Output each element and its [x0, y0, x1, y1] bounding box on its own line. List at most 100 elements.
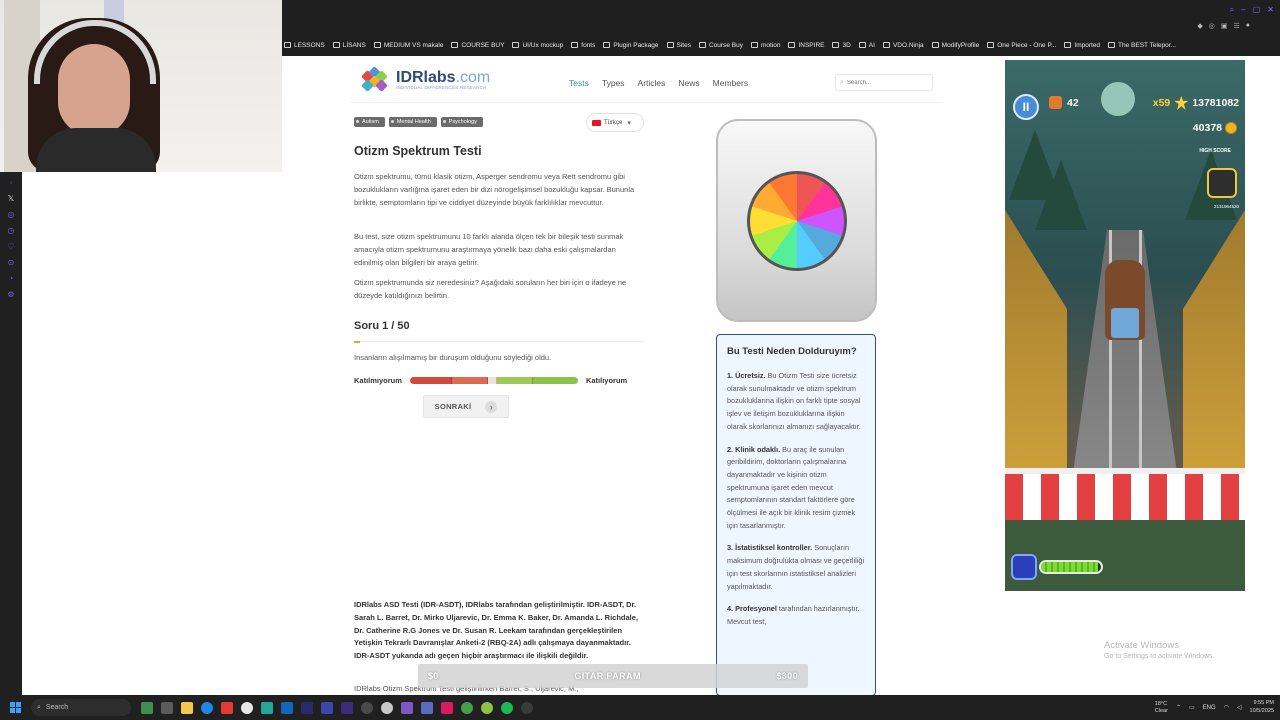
weather-desc: Clear: [1154, 707, 1168, 714]
question-progress-fill: [354, 341, 360, 343]
extension-icon[interactable]: ▣: [1221, 22, 1228, 30]
intro-paragraph: Otizm spektrumu, tümü klasik otizm, Aspe…: [354, 172, 635, 207]
tag-psychology[interactable]: Psychology: [440, 117, 483, 127]
tag-list: Autism Mental Health Psychology: [354, 117, 483, 127]
chrome-icon[interactable]: [241, 701, 253, 714]
sidebar-icon[interactable]: ◎: [8, 210, 15, 219]
system-tray: 18°C Clear ⌃ ▭ ENG ◠ ◁ 9:55 PM 10/5/2025: [1155, 695, 1274, 720]
logo-text: IDRlabs.com: [396, 69, 490, 85]
nav-types[interactable]: Types: [602, 78, 625, 88]
sidebar-icon[interactable]: ⊙: [8, 258, 15, 267]
clock[interactable]: 9:55 PM 10/5/2025: [1250, 700, 1274, 715]
nav-members[interactable]: Members: [713, 78, 748, 88]
weather-widget[interactable]: 18°C Clear: [1155, 701, 1168, 715]
main-nav: Tests Types Articles News Members: [569, 78, 748, 88]
friend-avatar: [1207, 168, 1237, 198]
app-icon[interactable]: [381, 701, 393, 714]
coin-icon: [1225, 122, 1237, 134]
bookmark[interactable]: 3D: [832, 42, 851, 49]
bookmark[interactable]: One Piece - One P...: [987, 42, 1056, 49]
language-selector[interactable]: Türkçe ▾: [586, 113, 644, 132]
bookmark[interactable]: Imported: [1064, 42, 1100, 49]
bookmark[interactable]: motion: [750, 42, 780, 49]
minimize-icon[interactable]: –: [1241, 5, 1245, 15]
bookmark[interactable]: The BEST Telepor...: [1108, 42, 1176, 49]
spotify-icon[interactable]: [501, 701, 513, 714]
sidebar-icon[interactable]: ◔: [9, 274, 14, 283]
barrier-base: [1005, 520, 1245, 591]
bookmark[interactable]: UI/Ux mockup: [512, 42, 563, 49]
extension-icon[interactable]: ◆: [1197, 22, 1202, 30]
nav-articles[interactable]: Articles: [638, 78, 666, 88]
bookmark[interactable]: fonts: [571, 42, 595, 49]
nav-news[interactable]: News: [678, 78, 699, 88]
chevron-up-icon[interactable]: ⌃: [1176, 704, 1181, 711]
after-effects-icon[interactable]: [321, 701, 333, 714]
folder-icon: [858, 42, 866, 48]
volume-icon[interactable]: ◁: [1237, 704, 1242, 711]
scale-option-1[interactable]: [409, 376, 452, 384]
globe-icon: [987, 42, 995, 48]
network-icon[interactable]: ▭: [1189, 704, 1195, 711]
x-icon[interactable]: 𝕏: [8, 194, 14, 203]
next-button[interactable]: SONRAKİ ›: [423, 395, 509, 418]
scale-option-4[interactable]: [496, 376, 533, 384]
edge-icon[interactable]: [201, 701, 213, 714]
why-item: 4. Profesyonel tarafından hazırlanmıştır…: [727, 603, 865, 628]
bookmark[interactable]: VDO.Ninja: [882, 42, 924, 49]
bookmark[interactable]: INSPIRE: [788, 42, 824, 49]
folder-icon: [666, 42, 674, 48]
extension-icon[interactable]: ◎: [1209, 22, 1215, 30]
search-input[interactable]: [846, 79, 927, 86]
tag-autism[interactable]: Autism: [354, 117, 385, 127]
sidebar-icon[interactable]: ♡: [7, 242, 14, 251]
app-icon[interactable]: [161, 701, 173, 714]
extension-icon[interactable]: ●: [1246, 22, 1250, 30]
star-icon: [1174, 96, 1189, 110]
bookmark[interactable]: COURSE BUY: [451, 42, 504, 49]
app-icon[interactable]: [421, 701, 433, 714]
steam-icon[interactable]: [521, 701, 533, 714]
restore-icon[interactable]: ▢: [1253, 5, 1261, 15]
app-icon[interactable]: [461, 701, 473, 714]
obs-icon[interactable]: [361, 701, 373, 714]
bookmark[interactable]: MEDIUM VS makale: [373, 42, 443, 49]
scale-option-2[interactable]: [451, 376, 488, 384]
sidebar-icon[interactable]: ◷: [8, 226, 15, 235]
app-icon[interactable]: [261, 701, 273, 714]
search-icon[interactable]: ⌕: [1230, 5, 1234, 15]
app-icon[interactable]: [221, 701, 233, 714]
bookmark[interactable]: Course Buy: [698, 42, 743, 49]
photoshop-icon[interactable]: [281, 701, 293, 714]
wifi-icon[interactable]: ◠: [1224, 704, 1229, 711]
bookmark[interactable]: Plugin Package: [603, 42, 659, 49]
app-icon[interactable]: [141, 701, 153, 714]
agreement-scale: Katılmıyorum Katılıyorum: [354, 374, 644, 386]
pause-button[interactable]: II: [1013, 94, 1039, 120]
nav-tests[interactable]: Tests: [569, 78, 589, 88]
tag-mental-health[interactable]: Mental Health: [388, 117, 437, 127]
file-explorer-icon[interactable]: [181, 701, 193, 714]
app-icon[interactable]: [301, 701, 313, 714]
scale-option-neutral[interactable]: [487, 376, 497, 384]
sidebar-icon[interactable]: ⚙: [7, 290, 14, 299]
close-icon[interactable]: ✕: [1267, 5, 1274, 15]
site-logo[interactable]: IDRlabs.com INDIVIDUAL DIFFERENCES RESEA…: [361, 66, 490, 92]
scale-option-5[interactable]: [532, 376, 578, 384]
bookmark[interactable]: LİSANS: [332, 42, 366, 49]
windows-start-icon[interactable]: [10, 701, 22, 714]
discord-icon[interactable]: [401, 701, 413, 714]
bookmark[interactable]: Sites: [666, 42, 691, 49]
keys-value: 42: [1067, 96, 1079, 109]
extension-icon[interactable]: ☰: [1233, 22, 1239, 30]
premiere-icon[interactable]: [341, 701, 353, 714]
app-icon[interactable]: [481, 701, 493, 714]
activate-windows-watermark: Activate Windows Go to Settings to activ…: [1104, 640, 1215, 660]
sidebar-icon[interactable]: ◦: [10, 178, 13, 187]
bookmark[interactable]: AI: [858, 42, 875, 49]
bookmark[interactable]: ModifyProfile: [931, 42, 979, 49]
app-icon[interactable]: [441, 701, 453, 714]
bookmark[interactable]: LESSONS: [284, 42, 325, 49]
taskbar-search[interactable]: ⌕ Search: [31, 699, 131, 716]
language-indicator[interactable]: ENG: [1203, 705, 1216, 711]
